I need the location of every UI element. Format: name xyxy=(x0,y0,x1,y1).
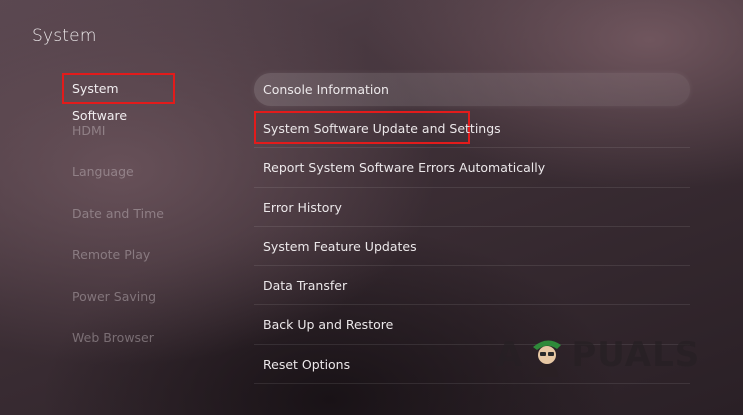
sidebar: System Software HDMI Language Date and T… xyxy=(62,73,182,364)
watermark-text-right: PUALS xyxy=(571,335,701,375)
menu-item-report-errors[interactable]: Report System Software Errors Automatica… xyxy=(254,148,690,188)
menu-item-console-information[interactable]: Console Information xyxy=(254,73,690,106)
sidebar-item-remote-play[interactable]: Remote Play xyxy=(62,239,175,270)
sidebar-item-date-and-time[interactable]: Date and Time xyxy=(62,198,175,229)
menu-item-data-transfer[interactable]: Data Transfer xyxy=(254,266,690,306)
mascot-logo-icon xyxy=(533,340,562,377)
watermark-logo: A PUALS xyxy=(496,333,700,377)
sidebar-item-language[interactable]: Language xyxy=(62,156,175,187)
menu-item-error-history[interactable]: Error History xyxy=(254,188,690,227)
menu-item-label: System Software Update and Settings xyxy=(263,121,501,136)
sidebar-item-system-software[interactable]: System Software xyxy=(62,73,175,123)
watermark-text-left: A xyxy=(496,335,524,375)
sidebar-item-power-saving[interactable]: Power Saving xyxy=(62,281,175,312)
sidebar-item-web-browser[interactable]: Web Browser xyxy=(62,322,175,353)
menu-item-system-feature-updates[interactable]: System Feature Updates xyxy=(254,227,690,267)
page-title: System xyxy=(32,26,97,46)
menu-item-system-software-update[interactable]: System Software Update and Settings xyxy=(254,109,690,149)
